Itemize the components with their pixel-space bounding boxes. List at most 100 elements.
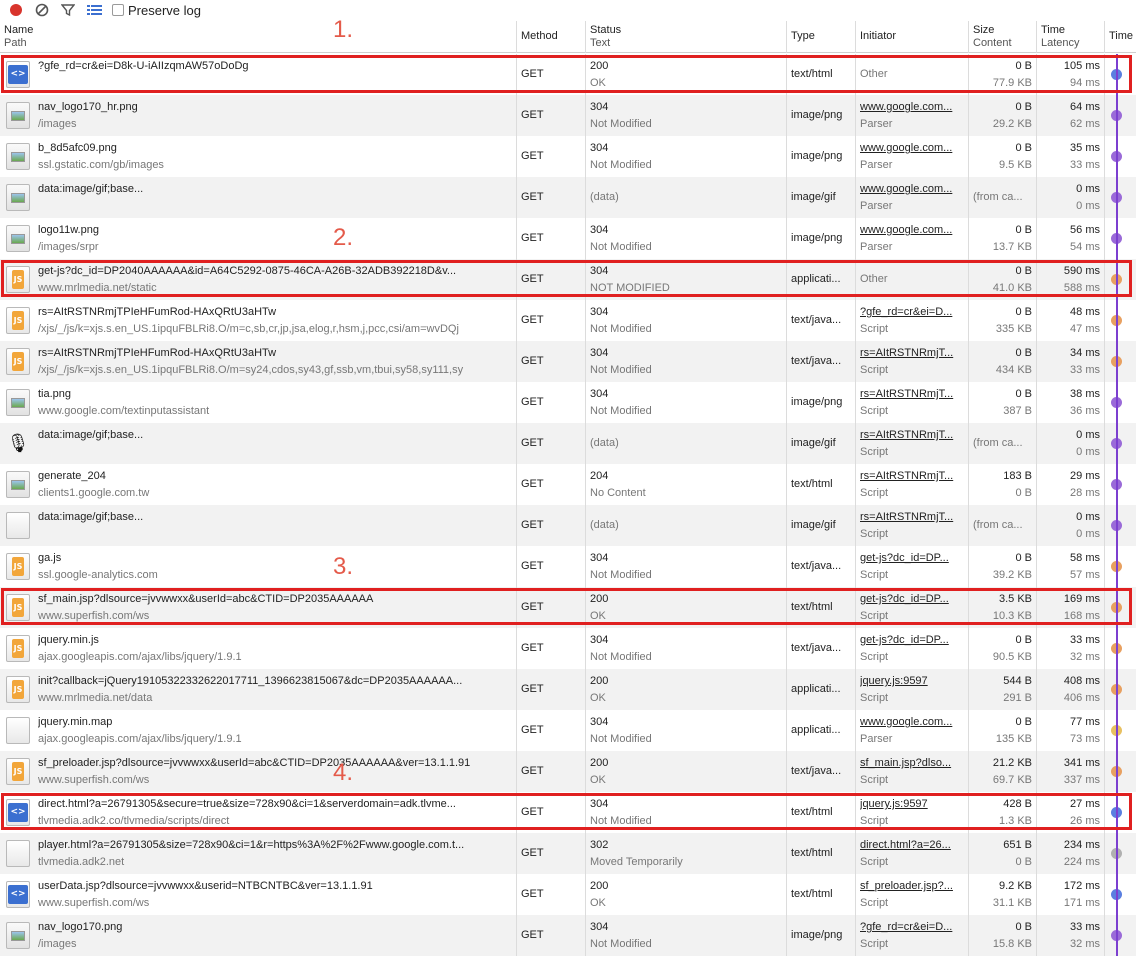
status-text: OK bbox=[590, 774, 606, 786]
initiator-link[interactable]: rs=AItRSTNRmjT... bbox=[860, 468, 964, 485]
list-view-icon[interactable] bbox=[86, 2, 102, 18]
content-value: 387 B bbox=[1003, 405, 1032, 417]
initiator-link[interactable]: ?gfe_rd=cr&ei=D... bbox=[860, 919, 964, 936]
cell-name[interactable]: generate_204 clients1.google.com.tw bbox=[0, 464, 517, 505]
table-row[interactable]: generate_204 clients1.google.com.tw GET 204… bbox=[0, 464, 1136, 505]
cell-name[interactable]: player.html?a=26791305&size=728x90&ci=1&… bbox=[0, 833, 517, 874]
table-row[interactable]: nav_logo170.png/images GET 304 Not Modified… bbox=[0, 915, 1136, 956]
initiator-link[interactable]: rs=AItRSTNRmjT... bbox=[860, 509, 964, 526]
initiator-link[interactable]: jquery.js:9597 bbox=[860, 673, 964, 690]
initiator-type: Script bbox=[860, 897, 889, 909]
table-row[interactable]: JS jquery.min.js ajax.googleapis.com/ajax/… bbox=[0, 628, 1136, 669]
initiator-link[interactable]: sf_preloader.jsp?... bbox=[860, 878, 964, 895]
table-row[interactable]: b_8d5afc09.png ssl.gstatic.com/gb/images G… bbox=[0, 136, 1136, 177]
table-row[interactable]: JS init?callback=jQuery191053223326220177… bbox=[0, 669, 1136, 710]
cell-name[interactable]: JS rs=AItRSTNRmjTPIeHFumRod-HAxQRtU3aHTw /… bbox=[0, 300, 517, 341]
cell-initiator: rs=AItRSTNRmjT... Script bbox=[856, 505, 969, 546]
initiator-link[interactable]: rs=AItRSTNRmjT... bbox=[860, 427, 964, 444]
cell-time: 408 ms 406 ms bbox=[1037, 669, 1105, 710]
table-row[interactable]: JS ga.js ssl.google-analytics.com GET 304 Not… bbox=[0, 546, 1136, 587]
cell-name[interactable]: jquery.min.map ajax.googleapis.com/ajax/l… bbox=[0, 710, 517, 751]
cell-time: 234 ms 224 ms bbox=[1037, 833, 1105, 874]
cell-time: 0 ms 0 ms bbox=[1037, 505, 1105, 546]
image-file-icon bbox=[6, 922, 30, 949]
header-type[interactable]: Type bbox=[787, 21, 856, 53]
request-name: data:image/gif;base... bbox=[38, 511, 144, 523]
cell-status: 200 OK bbox=[586, 874, 787, 915]
initiator-link[interactable]: rs=AItRSTNRmjT... bbox=[860, 386, 964, 403]
status-code: 304 bbox=[590, 716, 609, 728]
cell-name[interactable]: tia.png www.google.com/textinputassistant bbox=[0, 382, 517, 423]
table-row[interactable]: data:image/gif;base... GET (data) image/gif… bbox=[0, 505, 1136, 546]
time-value: 0 ms bbox=[1076, 429, 1100, 441]
initiator-link[interactable]: get-js?dc_id=DP... bbox=[860, 632, 964, 649]
initiator-link[interactable]: www.google.com... bbox=[860, 222, 964, 239]
time-value: 33 ms bbox=[1070, 921, 1100, 933]
content-value: 29.2 KB bbox=[992, 118, 1032, 130]
header-name[interactable]: Name Path bbox=[0, 21, 517, 53]
preserve-log-checkbox[interactable] bbox=[112, 4, 124, 16]
content-value: 39.2 KB bbox=[992, 569, 1032, 581]
cell-name[interactable]: 🎙 data:image/gif;base... bbox=[0, 423, 517, 464]
initiator-link[interactable]: get-js?dc_id=DP... bbox=[860, 550, 964, 567]
table-row[interactable]: data:image/gif;base... GET (data) image/gif… bbox=[0, 177, 1136, 218]
size-value: 0 B bbox=[1015, 716, 1032, 728]
cell-name[interactable]: b_8d5afc09.png ssl.gstatic.com/gb/images bbox=[0, 136, 517, 177]
table-row[interactable]: JS rs=AItRSTNRmjTPIeHFumRod-HAxQRtU3aHTw /… bbox=[0, 300, 1136, 341]
preserve-log[interactable]: Preserve log bbox=[112, 3, 201, 18]
size-value: 0 B bbox=[1015, 142, 1032, 154]
table-row[interactable]: nav_logo170_hr.png/images GET 304 Not Modif… bbox=[0, 95, 1136, 136]
image-file-icon bbox=[6, 184, 30, 211]
header-timeline[interactable]: Time bbox=[1105, 21, 1136, 53]
request-name: generate_204 bbox=[38, 470, 106, 482]
header-initiator[interactable]: Initiator bbox=[856, 21, 969, 53]
initiator-link[interactable]: direct.html?a=26... bbox=[860, 837, 964, 854]
cell-name[interactable]: JS jquery.min.js ajax.googleapis.com/ajax/… bbox=[0, 628, 517, 669]
method-value: GET bbox=[521, 191, 544, 203]
cell-name[interactable]: JS ga.js ssl.google-analytics.com bbox=[0, 546, 517, 587]
cell-name[interactable]: JS init?callback=jQuery191053223326220177… bbox=[0, 669, 517, 710]
cell-name[interactable]: logo11w.png/images/srpr bbox=[0, 218, 517, 259]
initiator-link[interactable]: www.google.com... bbox=[860, 99, 964, 116]
header-time[interactable]: Time Latency bbox=[1037, 21, 1105, 53]
initiator-type: Script bbox=[860, 323, 889, 335]
content-value: 335 KB bbox=[995, 323, 1032, 335]
header-size[interactable]: Size Content bbox=[969, 21, 1037, 53]
initiator-link[interactable]: www.google.com... bbox=[860, 714, 964, 731]
table-row[interactable]: tia.png www.google.com/textinputassistant… bbox=[0, 382, 1136, 423]
cell-name[interactable]: nav_logo170_hr.png/images bbox=[0, 95, 517, 136]
size-value: 0 B bbox=[1015, 634, 1032, 646]
initiator-link[interactable]: www.google.com... bbox=[860, 181, 964, 198]
clear-icon[interactable] bbox=[34, 2, 50, 18]
cell-name[interactable]: data:image/gif;base... bbox=[0, 505, 517, 546]
status-text: Moved Temporarily bbox=[590, 856, 683, 868]
column-header: Name Path Method Status Text Type Initia… bbox=[0, 21, 1136, 53]
size-value: 0 B bbox=[1015, 306, 1032, 318]
type-value: text/java... bbox=[791, 560, 842, 572]
header-status[interactable]: Status Text bbox=[586, 21, 787, 53]
cell-name[interactable]: data:image/gif;base... bbox=[0, 177, 517, 218]
initiator-link[interactable]: ?gfe_rd=cr&ei=D... bbox=[860, 304, 964, 321]
cell-method: GET bbox=[517, 546, 586, 587]
filter-icon[interactable] bbox=[60, 2, 76, 18]
initiator-link[interactable]: sf_main.jsp?dlso... bbox=[860, 755, 964, 772]
initiator-link[interactable]: www.google.com... bbox=[860, 140, 964, 157]
request-name: ga.js bbox=[38, 552, 62, 564]
cell-name[interactable]: <> userData.jsp?dlsource=jvvwwxx&userid=N… bbox=[0, 874, 517, 915]
table-row[interactable]: player.html?a=26791305&size=728x90&ci=1&… bbox=[0, 833, 1136, 874]
type-value: text/java... bbox=[791, 765, 842, 777]
cell-name[interactable]: nav_logo170.png/images bbox=[0, 915, 517, 956]
table-row[interactable]: JS rs=AItRSTNRmjTPIeHFumRod-HAxQRtU3aHTw /… bbox=[0, 341, 1136, 382]
table-row[interactable]: 🎙 data:image/gif;base... GET (data) image/gi… bbox=[0, 423, 1136, 464]
cell-time: 341 ms 337 ms bbox=[1037, 751, 1105, 792]
table-row[interactable]: logo11w.png/images/srpr GET 304 Not Modifie… bbox=[0, 218, 1136, 259]
header-method[interactable]: Method bbox=[517, 21, 586, 53]
table-row[interactable]: JS sf_preloader.jsp?dlsource=jvvwwxx&user… bbox=[0, 751, 1136, 792]
initiator-link[interactable]: rs=AItRSTNRmjT... bbox=[860, 345, 964, 362]
latency-value: 224 ms bbox=[1063, 856, 1100, 868]
table-row[interactable]: jquery.min.map ajax.googleapis.com/ajax/l… bbox=[0, 710, 1136, 751]
cell-name[interactable]: JS rs=AItRSTNRmjTPIeHFumRod-HAxQRtU3aHTw /… bbox=[0, 341, 517, 382]
cell-name[interactable]: JS sf_preloader.jsp?dlsource=jvvwwxx&user… bbox=[0, 751, 517, 792]
table-row[interactable]: <> userData.jsp?dlsource=jvvwwxx&userid=N… bbox=[0, 874, 1136, 915]
record-icon[interactable] bbox=[8, 2, 24, 18]
